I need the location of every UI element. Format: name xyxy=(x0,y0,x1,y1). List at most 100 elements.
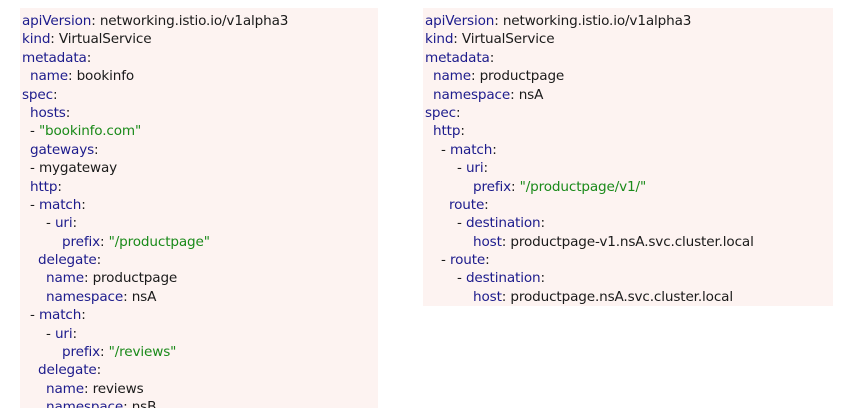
left-code-line: kind: VirtualService xyxy=(20,30,378,48)
right-code-line: - match: xyxy=(423,141,833,159)
yaml-value: VirtualService xyxy=(461,31,555,48)
yaml-value: nsA xyxy=(518,86,544,103)
key-separator: : xyxy=(100,233,109,250)
left-code-line: delegate: xyxy=(20,361,378,379)
yaml-key: namespace xyxy=(433,86,511,103)
key-separator: : xyxy=(57,178,62,195)
key-separator: : xyxy=(460,123,465,140)
yaml-key: destination xyxy=(465,215,541,232)
key-separator: : xyxy=(455,104,461,121)
list-dash: - xyxy=(30,307,39,324)
key-separator: : xyxy=(492,141,497,158)
list-dash: - xyxy=(30,160,39,177)
list-dash: - xyxy=(46,215,55,232)
right-code-line: http: xyxy=(423,122,833,140)
right-code-line: namespace: nsA xyxy=(423,86,833,104)
yaml-value: reviews xyxy=(92,380,144,397)
right-code-line: spec: xyxy=(423,104,833,122)
key-separator: : xyxy=(50,31,59,48)
right-code-line: host: productpage.nsA.svc.cluster.local xyxy=(423,288,833,306)
left-code-line: - uri: xyxy=(20,214,378,232)
yaml-value: networking.istio.io/v1alpha3 xyxy=(99,13,289,29)
yaml-key: route xyxy=(449,196,485,213)
key-separator: : xyxy=(94,141,99,158)
yaml-value: productpage.nsA.svc.cluster.local xyxy=(510,288,733,305)
yaml-key: prefix xyxy=(62,233,100,250)
yaml-key: name xyxy=(30,68,68,85)
left-code-line: apiVersion: networking.istio.io/v1alpha3 xyxy=(20,12,378,30)
right-code-line: - destination: xyxy=(423,214,833,232)
key-separator: : xyxy=(91,13,100,29)
yaml-value: mygateway xyxy=(38,160,118,177)
left-code-line: namespace: nsA xyxy=(20,288,378,306)
left-code-line: name: productpage xyxy=(20,269,378,287)
yaml-value: productpage xyxy=(479,68,565,85)
left-code-line: - mygateway xyxy=(20,159,378,177)
right-code-line: - destination: xyxy=(423,269,833,287)
list-dash: - xyxy=(457,215,466,232)
right-code-line: apiVersion: networking.istio.io/v1alpha3 xyxy=(423,12,833,30)
left-code-line: prefix: "/reviews" xyxy=(20,343,378,361)
left-code-line: namespace: nsB xyxy=(20,398,378,408)
key-separator: : xyxy=(123,288,132,305)
key-separator: : xyxy=(52,86,58,103)
key-separator: : xyxy=(494,13,503,29)
list-dash: - xyxy=(30,196,39,213)
yaml-key: metadata xyxy=(22,49,87,66)
list-dash: - xyxy=(441,252,450,269)
yaml-key: apiVersion xyxy=(22,13,92,29)
list-dash: - xyxy=(46,325,55,342)
left-code-line: - match: xyxy=(20,306,378,324)
yaml-value: networking.istio.io/v1alpha3 xyxy=(502,13,692,29)
list-dash: - xyxy=(457,160,466,177)
left-code-line: prefix: "/productpage" xyxy=(20,233,378,251)
yaml-key: delegate xyxy=(38,252,97,269)
yaml-key: spec xyxy=(425,104,456,121)
key-separator: : xyxy=(96,252,102,269)
left-code-line: spec: xyxy=(20,86,378,104)
left-code-line: delegate: xyxy=(20,251,378,269)
key-separator: : xyxy=(470,68,480,85)
left-code-line: name: bookinfo xyxy=(20,67,378,85)
yaml-value: productpage-v1.nsA.svc.cluster.local xyxy=(510,233,754,250)
list-dash: - xyxy=(30,123,39,140)
list-dash: - xyxy=(457,270,466,287)
yaml-key: kind xyxy=(425,31,454,48)
yaml-key: uri xyxy=(54,215,73,232)
left-code-line: gateways: xyxy=(20,141,378,159)
yaml-key: apiVersion xyxy=(425,13,495,29)
left-yaml-code-panel: apiVersion: networking.istio.io/v1alpha3… xyxy=(20,8,378,408)
yaml-key: route xyxy=(449,252,486,269)
yaml-value: VirtualService xyxy=(58,31,152,48)
yaml-key: host xyxy=(473,288,502,305)
left-code-line: - "bookinfo.com" xyxy=(20,122,378,140)
right-code-line: route: xyxy=(423,196,833,214)
yaml-key: match xyxy=(38,196,82,213)
yaml-key: hosts xyxy=(30,104,66,121)
yaml-value: bookinfo xyxy=(76,68,135,85)
yaml-key: uri xyxy=(54,325,73,342)
key-separator: : xyxy=(453,31,462,48)
yaml-key: kind xyxy=(22,31,51,48)
yaml-string-value: "/productpage/v1/" xyxy=(519,178,647,195)
yaml-key: host xyxy=(473,233,502,250)
yaml-key: http xyxy=(30,178,58,195)
key-separator: : xyxy=(540,215,545,232)
yaml-value: nsB xyxy=(131,399,157,408)
list-dash: - xyxy=(441,141,450,158)
key-separator: : xyxy=(72,325,77,342)
key-separator: : xyxy=(67,68,77,85)
yaml-key: match xyxy=(449,141,493,158)
key-separator: : xyxy=(485,252,490,269)
right-code-line: metadata: xyxy=(423,49,833,67)
yaml-key: destination xyxy=(465,270,541,287)
yaml-key: prefix xyxy=(473,178,511,195)
key-separator: : xyxy=(86,49,92,66)
left-code-line: - uri: xyxy=(20,325,378,343)
yaml-key: prefix xyxy=(62,344,100,361)
right-code-line: host: productpage-v1.nsA.svc.cluster.loc… xyxy=(423,233,833,251)
key-separator: : xyxy=(81,196,86,213)
right-code-line: - route: xyxy=(423,251,833,269)
key-separator: : xyxy=(510,86,519,103)
yaml-key: match xyxy=(38,307,82,324)
